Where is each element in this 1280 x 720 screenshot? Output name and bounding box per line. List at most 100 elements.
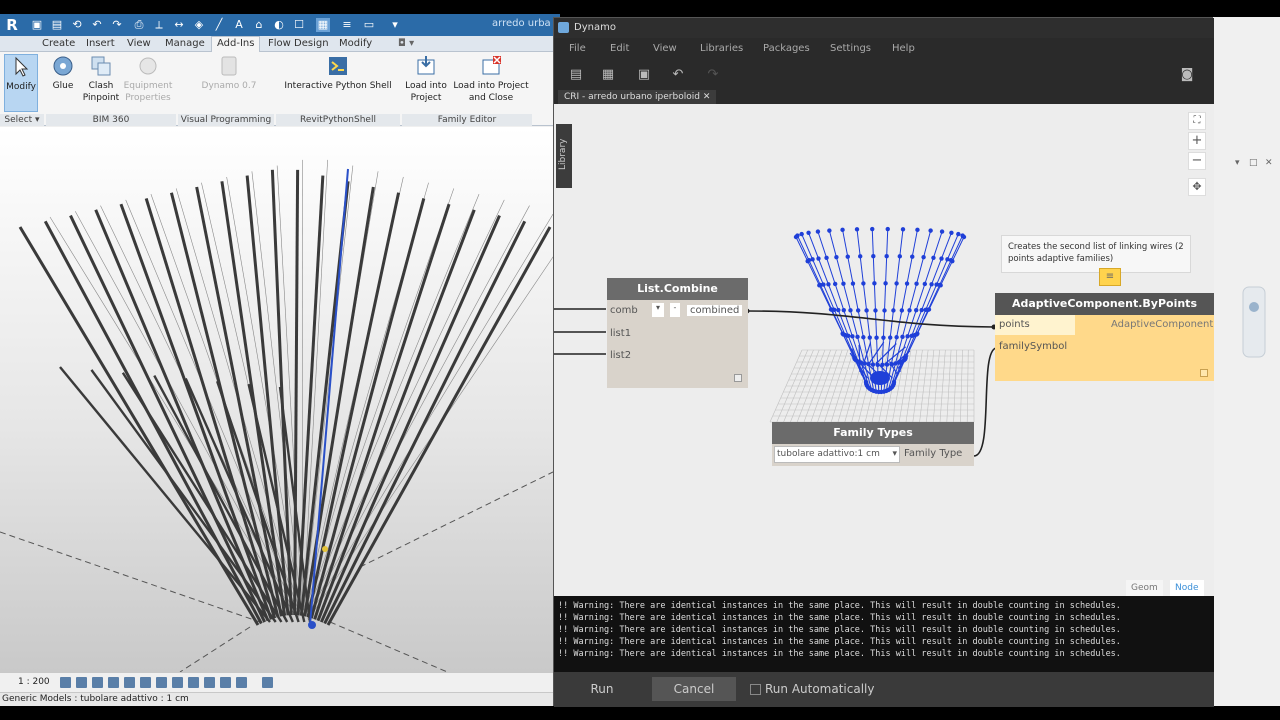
equipment-properties-button[interactable]: Equipment Properties: [122, 54, 174, 104]
redo-icon[interactable]: ↷: [110, 18, 124, 32]
close-tab-icon[interactable]: ✕: [703, 92, 711, 102]
menu-settings[interactable]: Settings: [830, 43, 871, 54]
interactive-python-shell-button[interactable]: Interactive Python Shell: [284, 54, 392, 92]
family-type-dropdown[interactable]: tubolare adattivo:1 cm ▾: [774, 446, 900, 463]
tab-view[interactable]: View: [127, 38, 151, 49]
tab-add-ins[interactable]: Add-Ins: [211, 36, 261, 52]
menu-packages[interactable]: Packages: [763, 43, 810, 54]
dynamo-window: Dynamo File Edit View Libraries Packages…: [553, 17, 1214, 707]
save-icon[interactable]: ▤: [50, 18, 64, 32]
zoom-fit-button[interactable]: ⛶: [1188, 112, 1206, 130]
list-combine-node[interactable]: List.Combine comb ▾ - combined list1 lis…: [607, 278, 748, 388]
close-hidden-icon[interactable]: ☐: [292, 18, 306, 32]
dynamo-button[interactable]: Dynamo 0.7: [194, 54, 264, 92]
comment-pin-icon[interactable]: ≡: [1099, 268, 1121, 286]
dimension-icon[interactable]: ↔: [172, 18, 186, 32]
line-icon[interactable]: ╱: [212, 18, 226, 32]
revit-logo-icon[interactable]: R: [2, 15, 22, 35]
lock-view-icon[interactable]: [172, 677, 183, 688]
highlight-displacement-icon[interactable]: [236, 677, 247, 688]
rod-midpoint[interactable]: [322, 546, 328, 552]
note-comment[interactable]: Creates the second list of linking wires…: [1001, 235, 1191, 273]
crop-view-icon[interactable]: [140, 677, 151, 688]
menu-view[interactable]: View: [653, 43, 677, 54]
remove-input-icon[interactable]: -: [670, 303, 680, 317]
analytical-model-icon[interactable]: [220, 677, 231, 688]
port-comb[interactable]: comb: [610, 305, 638, 316]
zoom-in-button[interactable]: +: [1188, 132, 1206, 150]
load-into-project-and-close-button[interactable]: Load into Project and Close: [452, 54, 530, 104]
node-resize-handle[interactable]: [734, 374, 742, 382]
clash-pinpoint-button[interactable]: Clash Pinpoint: [82, 54, 120, 104]
menu-libraries[interactable]: Libraries: [700, 43, 743, 54]
cancel-button[interactable]: Cancel: [652, 677, 736, 701]
family-types-node[interactable]: Family Types tubolare adattivo:1 cm ▾ Fam…: [772, 422, 974, 466]
visual-style-icon[interactable]: [76, 677, 87, 688]
switch-windows-icon[interactable]: ▦: [316, 18, 330, 32]
workspace-tab[interactable]: CRI - arredo urbano iperboloid ✕: [558, 90, 717, 104]
tab-modify[interactable]: Modify: [339, 38, 372, 49]
annotate-icon[interactable]: A: [232, 18, 246, 32]
menu-file[interactable]: File: [569, 43, 586, 54]
port-list2[interactable]: list2: [610, 350, 631, 361]
panel-select[interactable]: Select ▾: [0, 114, 44, 126]
tab-create[interactable]: Create: [42, 38, 75, 49]
revit-3d-viewport[interactable]: [0, 127, 553, 672]
port-combined[interactable]: combined: [687, 305, 743, 316]
node-resize-handle[interactable]: [1200, 369, 1208, 377]
wire-combined-to-points[interactable]: [746, 310, 995, 328]
show-crop-icon[interactable]: [156, 677, 167, 688]
view-scale[interactable]: 1 : 200: [18, 677, 50, 687]
screenshot-camera-icon[interactable]: ◙: [1180, 68, 1194, 82]
view-toggle-node[interactable]: Node: [1170, 580, 1204, 596]
save-file-icon[interactable]: ▣: [637, 68, 651, 82]
run-button[interactable]: Run: [560, 677, 644, 701]
detail-level-icon[interactable]: [60, 677, 71, 688]
library-panel-tab[interactable]: Library: [556, 124, 572, 188]
port-list1[interactable]: list1: [610, 328, 631, 339]
port-family-type[interactable]: Family Type: [904, 448, 962, 459]
port-adaptive-component[interactable]: AdaptiveComponent: [1111, 319, 1213, 330]
tab-manage[interactable]: Manage: [165, 38, 205, 49]
glue-button[interactable]: Glue: [46, 54, 80, 92]
menu-edit[interactable]: Edit: [610, 43, 629, 54]
worksharing-icon[interactable]: [262, 677, 273, 688]
adaptive-component-node[interactable]: AdaptiveComponent.ByPoints points family…: [995, 293, 1214, 381]
sync-icon[interactable]: ⟲: [70, 18, 84, 32]
windows-icon[interactable]: ▭: [362, 18, 376, 32]
port-family-symbol[interactable]: familySymbol: [995, 337, 1075, 357]
open-file-icon[interactable]: ▦: [601, 68, 615, 82]
tab-flow-design[interactable]: Flow Design: [268, 38, 329, 49]
redo-icon[interactable]: ↷: [706, 68, 720, 82]
pan-button[interactable]: ✥: [1188, 178, 1206, 196]
menu-help[interactable]: Help: [892, 43, 915, 54]
load-into-project-button[interactable]: Load into Project: [402, 54, 450, 104]
view-toggle-geom[interactable]: Geom: [1126, 580, 1163, 596]
run-automatically-checkbox[interactable]: [750, 684, 761, 695]
thin-lines-icon[interactable]: ≡: [340, 18, 354, 32]
dynamo-canvas[interactable]: Library ⛶ + − ✥ List.Combine comb ▾ - co…: [554, 104, 1214, 596]
modify-button[interactable]: Modify: [4, 54, 38, 112]
customize-qat-icon[interactable]: ▾: [388, 18, 402, 32]
render-icon[interactable]: [124, 677, 135, 688]
undo-icon[interactable]: ↶: [671, 68, 685, 82]
section-icon[interactable]: ◐: [272, 18, 286, 32]
measure-icon[interactable]: ⟂: [152, 18, 166, 32]
sun-path-icon[interactable]: [92, 677, 103, 688]
lacing-dropdown-icon[interactable]: ▾: [652, 303, 664, 317]
rod-endpoint[interactable]: [308, 621, 316, 629]
ribbon-minimize-icon[interactable]: ◘ ▾: [398, 38, 414, 49]
undo-icon[interactable]: ↶: [90, 18, 104, 32]
print-icon[interactable]: ⎙: [132, 18, 146, 32]
port-points[interactable]: points: [995, 315, 1075, 335]
zoom-out-button[interactable]: −: [1188, 152, 1206, 170]
3d-view-icon[interactable]: ⌂: [252, 18, 266, 32]
tag-icon[interactable]: ◈: [192, 18, 206, 32]
shadows-icon[interactable]: [108, 677, 119, 688]
tab-insert[interactable]: Insert: [86, 38, 115, 49]
open-icon[interactable]: ▣: [30, 18, 44, 32]
reveal-hidden-icon[interactable]: [204, 677, 215, 688]
new-file-icon[interactable]: ▤: [569, 68, 583, 82]
wire-family-type[interactable]: [973, 347, 997, 457]
temporary-hide-icon[interactable]: [188, 677, 199, 688]
